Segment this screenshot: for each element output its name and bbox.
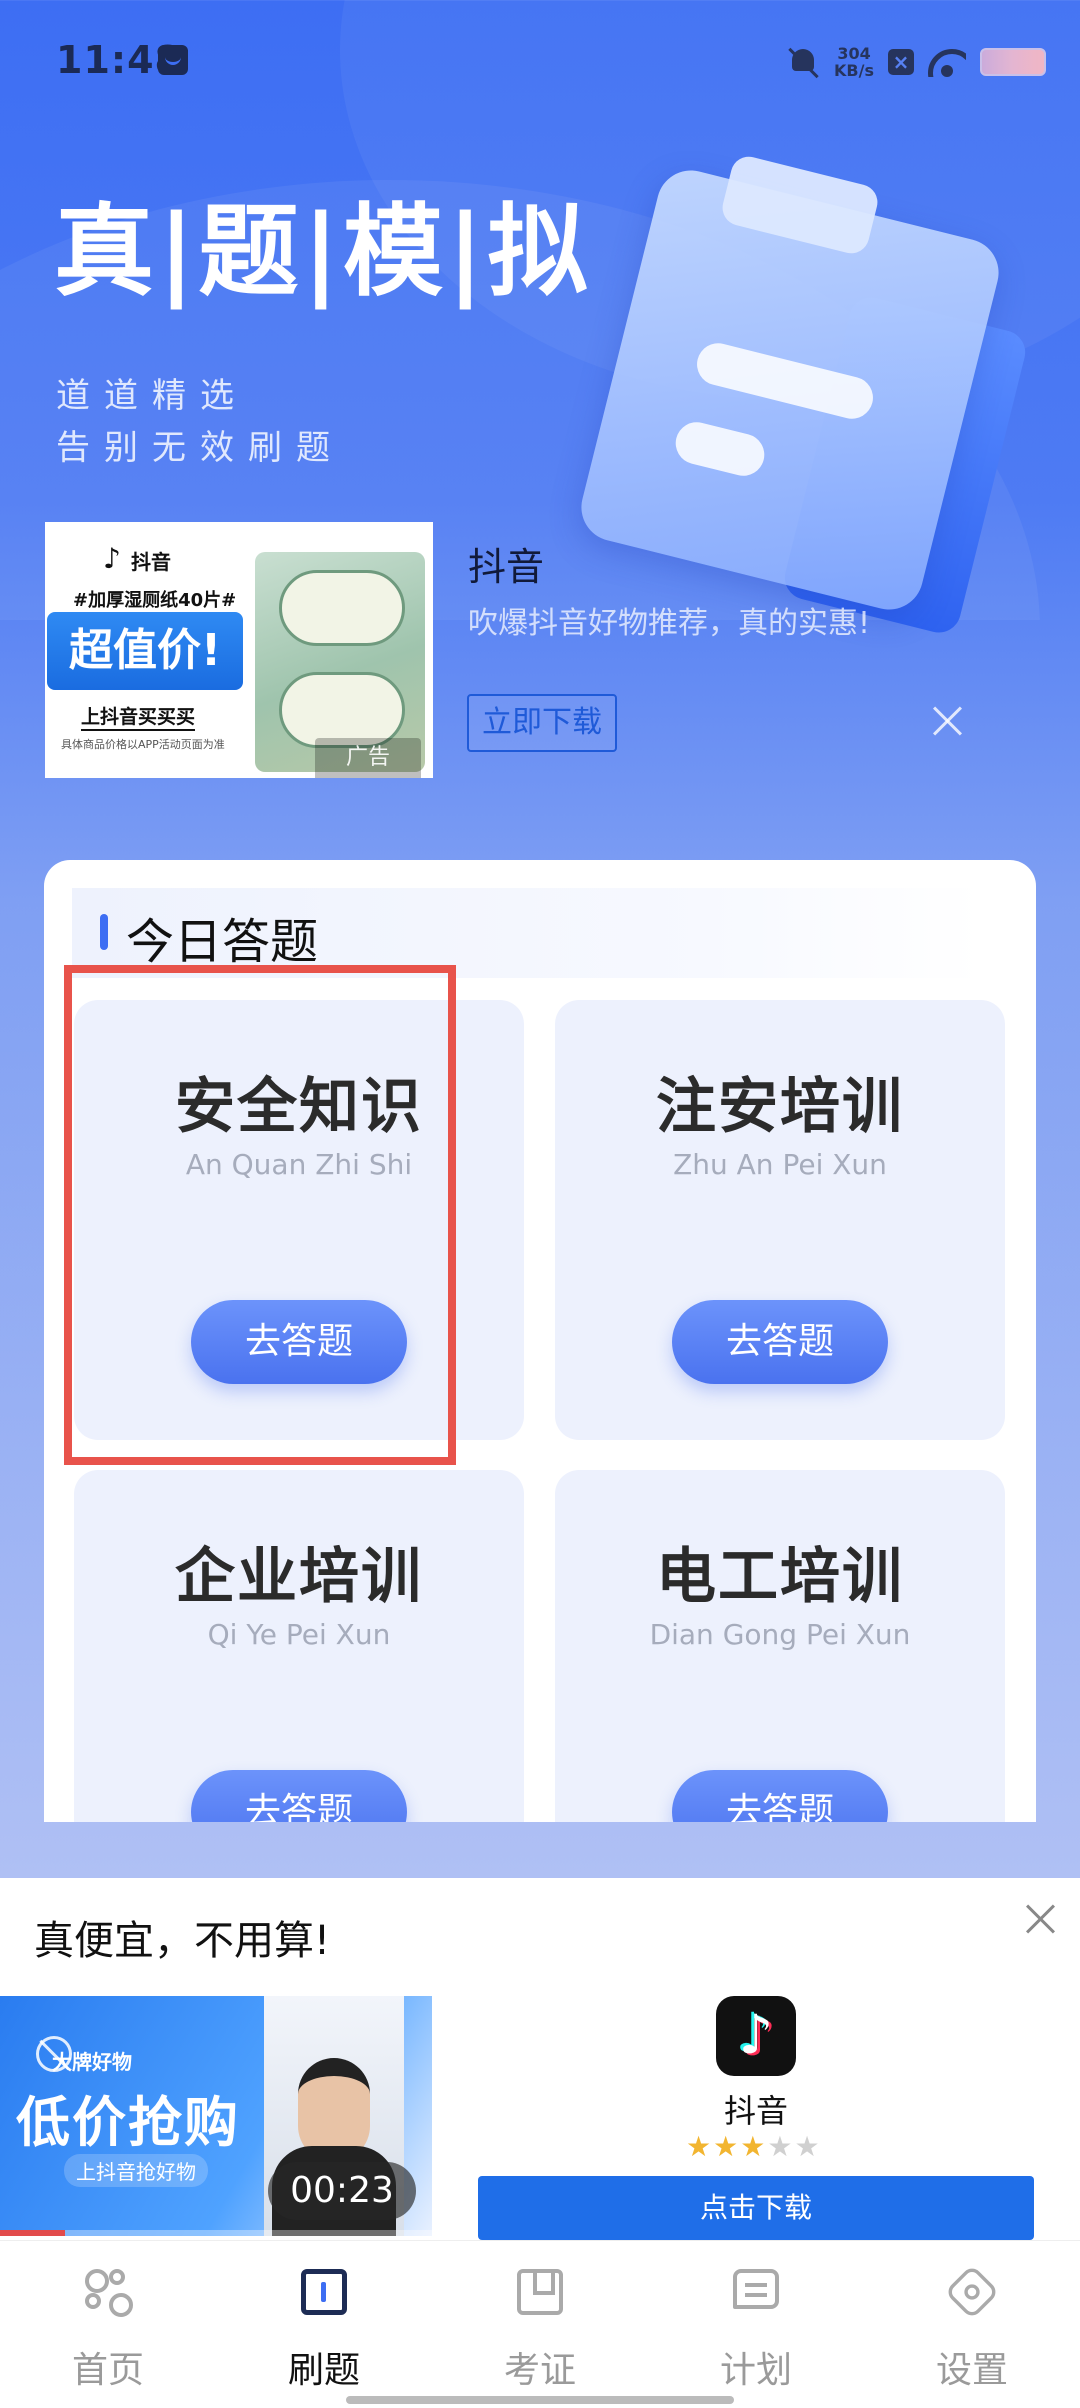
douyin-app-icon: ♪ (716, 1996, 796, 2076)
top-ad-price-label: 超值价! (47, 612, 243, 690)
quiz-card-pinyin: Zhu An Pei Xun (673, 1148, 887, 1181)
bottom-ad-title: 真便宜，不用算! (34, 1918, 331, 1964)
top-ad-app-name: 抖音 (468, 545, 545, 589)
nav-item-home[interactable]: 首页 (0, 2241, 216, 2408)
nav-item-practice[interactable]: 刷题 (216, 2241, 432, 2408)
star-icon: ★ (686, 2130, 714, 2163)
nav-item-settings[interactable]: 设置 (864, 2241, 1080, 2408)
home-indicator[interactable] (346, 2396, 734, 2404)
close-icon[interactable] (1020, 1898, 1060, 1938)
top-ad-tag: #加厚湿厕纸40片# (73, 590, 237, 611)
star-icon: ★ (794, 2130, 822, 2163)
nav-item-label: 刷题 (287, 2350, 360, 2391)
ad-badge: 广告 (315, 738, 421, 778)
top-ad-buy-label: 上抖音买买买 (81, 702, 196, 731)
top-ad-brand: 抖音 (103, 542, 171, 575)
nav-item-plan[interactable]: 计划 (648, 2241, 864, 2408)
star-icon: ★ (740, 2130, 768, 2163)
hero-subtitle-line2: 告别无效刷题 (56, 428, 344, 468)
top-ad-note: 具体商品价格以APP活动页面为准 (61, 738, 225, 751)
quiz-card-title: 企业培训 (175, 1542, 423, 1612)
douyin-logo-icon (103, 542, 125, 575)
top-ad-brand-label: 抖音 (131, 550, 171, 574)
home-grid-icon (85, 2269, 133, 2317)
nav-item-label: 首页 (71, 2350, 144, 2391)
nav-item-label: 计划 (719, 2350, 792, 2391)
hero-subtitle: 道道精选 告别无效刷题 (56, 370, 344, 474)
quiz-card-electrician[interactable]: 电工培训 Dian Gong Pei Xun 去答题 (555, 1470, 1005, 1822)
quiz-card-title: 注安培训 (656, 1072, 904, 1142)
top-ad-description: 吹爆抖音好物推荐，真的实惠! (468, 606, 871, 641)
quiz-card-pinyin: Qi Ye Pei Xun (207, 1618, 391, 1651)
top-ad-image[interactable]: 抖音 #加厚湿厕纸40片# 超值价! 上抖音买买买 具体商品价格以APP活动页面… (45, 522, 433, 778)
mute-icon[interactable] (36, 2036, 72, 2072)
start-quiz-button[interactable]: 去答题 (191, 1770, 407, 1822)
close-icon[interactable] (927, 700, 967, 740)
section-accent-bar (100, 914, 108, 950)
hero-title: 真|题|模|拟 (54, 193, 592, 310)
bottom-ad-banner[interactable]: 真便宜，不用算! 大牌好物 低价抢购 上抖音抢好物 00:23 ♪ 抖音 ★★★… (0, 1878, 1080, 2240)
video-subline: 上抖音抢好物 (64, 2154, 208, 2187)
rating-stars: ★★★★★ (686, 2130, 822, 2163)
video-headline: 低价抢购 (16, 2091, 240, 2154)
bottom-nav: 首页 刷题 考证 计划 设置 (0, 2240, 1080, 2408)
quiz-card-enterprise[interactable]: 企业培训 Qi Ye Pei Xun 去答题 (74, 1470, 524, 1822)
top-ad-banner[interactable]: 抖音 #加厚湿厕纸40片# 超值价! 上抖音买买买 具体商品价格以APP活动页面… (45, 522, 1035, 780)
nav-item-certificate[interactable]: 考证 (432, 2241, 648, 2408)
video-progress-bar (0, 2230, 432, 2236)
bottom-ad-download-button[interactable]: 点击下载 (478, 2176, 1034, 2240)
nav-item-label: 设置 (935, 2350, 1008, 2391)
plan-message-icon (733, 2269, 779, 2309)
video-timer: 00:23 (268, 2162, 416, 2220)
star-icon: ★ (767, 2130, 795, 2163)
section-title: 今日答题 (126, 914, 319, 970)
start-quiz-button[interactable]: 去答题 (672, 1770, 888, 1822)
start-quiz-button[interactable]: 去答题 (672, 1300, 888, 1384)
nav-item-label: 考证 (503, 2350, 576, 2391)
quiz-card-safety-engineer[interactable]: 注安培训 Zhu An Pei Xun 去答题 (555, 1000, 1005, 1440)
certificate-icon (517, 2269, 563, 2315)
quiz-card-title: 电工培训 (656, 1542, 904, 1612)
book-icon (301, 2269, 347, 2315)
quiz-card-pinyin: Dian Gong Pei Xun (649, 1618, 911, 1651)
bottom-ad-video[interactable]: 大牌好物 低价抢购 上抖音抢好物 00:23 (0, 1996, 432, 2236)
top-ad-download-button[interactable]: 立即下载 (467, 694, 617, 752)
settings-icon (944, 2264, 1000, 2320)
star-icon: ★ (713, 2130, 741, 2163)
video-progress-fill (0, 2230, 65, 2236)
highlight-box (64, 965, 456, 1465)
hero-subtitle-line1: 道道精选 (56, 376, 248, 416)
